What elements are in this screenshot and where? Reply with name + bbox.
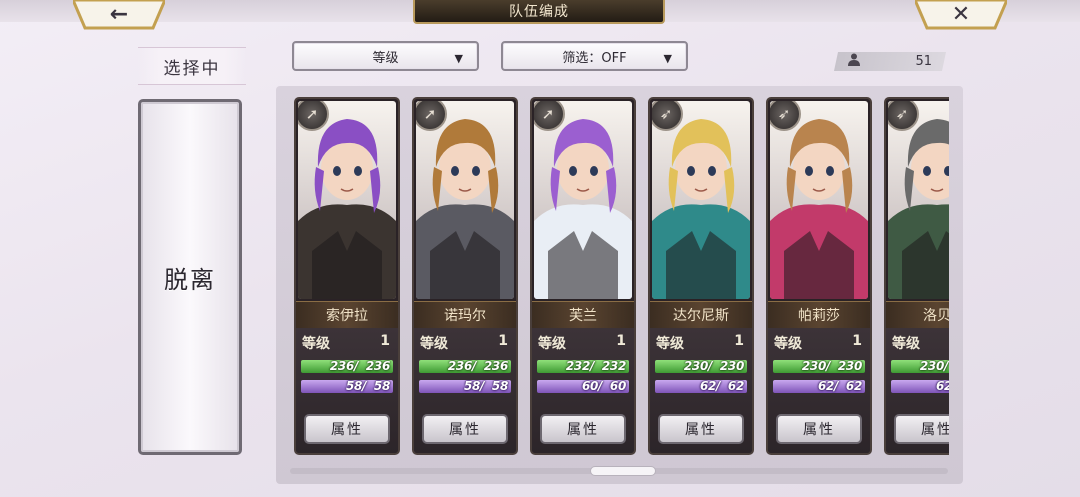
hp-value: 236/ 236 [329,360,390,373]
attribute-button[interactable]: 属性 [894,414,949,444]
hp-value: 232/ 232 [565,360,626,373]
hp-value: 236/ 236 [447,360,508,373]
sort-dropdown[interactable]: 等级 ▼ [292,41,479,71]
filter-dropdown[interactable]: 筛选：OFF ▼ [501,41,688,71]
leave-button[interactable]: 脱离 [138,99,242,455]
mp-value: 58/ 58 [463,380,508,393]
unit-portrait: ➚ [416,101,514,299]
unit-stats: 等级 1 230/ 230 62/ 62 属性 [650,328,752,453]
unit-name: 芙兰 [532,301,634,329]
hp-bar: 236/ 236 [301,360,393,373]
unit-stats: 等级 1 236/ 236 58/ 58 属性 [296,328,398,453]
level-value: 1 [498,333,508,349]
level-label: 等级 [656,336,684,352]
mp-value: 62/ 62 [935,380,949,393]
unit-name: 诺玛尔 [414,301,516,329]
mp-bar: 62/ 62 [773,380,865,393]
unit-portrait: ➶ [888,101,949,299]
page-title: 队伍编成 [413,0,665,24]
hp-bar: 230/ 230 [891,360,949,373]
attribute-button[interactable]: 属性 [658,414,744,444]
hp-value: 230/ 230 [683,360,744,373]
hp-bar: 230/ 230 [655,360,747,373]
filter-dropdown-value: 筛选：OFF [562,50,627,66]
chevron-down-icon: ▼ [663,52,672,65]
unit-card[interactable]: ➶ 帕莉莎 等级 1 230/ 230 62/ 62 属性 [766,97,872,455]
unit-portrait: ➶ [770,101,868,299]
mp-value: 62/ 62 [817,380,862,393]
mp-value: 62/ 62 [699,380,744,393]
unit-name: 帕莉莎 [768,301,870,329]
close-icon: ✕ [951,2,971,27]
unit-portrait: ➚ [534,101,632,299]
mp-value: 58/ 58 [345,380,390,393]
roster-panel: ➚ 索伊拉 等级 1 236/ 236 58/ 58 属性 ➚ 诺玛尔 等级 1… [276,86,963,484]
close-button[interactable]: ✕ [915,0,1007,30]
level-value: 1 [734,333,744,349]
attribute-button[interactable]: 属性 [304,414,390,444]
level-label: 等级 [892,336,920,352]
back-button[interactable]: ← [73,0,165,30]
scrollbar-thumb[interactable] [590,466,656,476]
hp-bar: 232/ 232 [537,360,629,373]
unit-name: 达尔尼斯 [650,301,752,329]
hp-bar: 230/ 230 [773,360,865,373]
unit-portrait: ➚ [298,101,396,299]
unit-count-value: 51 [915,54,932,69]
unit-card[interactable]: ➶ 洛贝 等级 1 230/ 230 62/ 62 属性 [884,97,949,455]
chevron-down-icon: ▼ [454,52,463,65]
mp-bar: 60/ 60 [537,380,629,393]
level-label: 等级 [420,336,448,352]
mp-bar: 62/ 62 [891,380,949,393]
hp-bar: 236/ 236 [419,360,511,373]
unit-name: 索伊拉 [296,301,398,329]
unit-card[interactable]: ➚ 诺玛尔 等级 1 236/ 236 58/ 58 属性 [412,97,518,455]
level-value: 1 [616,333,626,349]
unit-card[interactable]: ➚ 索伊拉 等级 1 236/ 236 58/ 58 属性 [294,97,400,455]
unit-card[interactable]: ➶ 达尔尼斯 等级 1 230/ 230 62/ 62 属性 [648,97,754,455]
unit-stats: 等级 1 230/ 230 62/ 62 属性 [886,328,949,453]
unit-stats: 等级 1 230/ 230 62/ 62 属性 [768,328,870,453]
unit-card[interactable]: ➚ 芙兰 等级 1 232/ 232 60/ 60 属性 [530,97,636,455]
level-value: 1 [380,333,390,349]
unit-count: 51 [836,52,944,71]
unit-stats: 等级 1 232/ 232 60/ 60 属性 [532,328,634,453]
attribute-button[interactable]: 属性 [422,414,508,444]
level-label: 等级 [538,336,566,352]
mp-bar: 62/ 62 [655,380,747,393]
hp-value: 230/ 230 [919,360,949,373]
unit-stats: 等级 1 236/ 236 58/ 58 属性 [414,328,516,453]
selecting-label: 选择中 [138,47,246,85]
level-label: 等级 [774,336,802,352]
level-value: 1 [852,333,862,349]
unit-card-list[interactable]: ➚ 索伊拉 等级 1 236/ 236 58/ 58 属性 ➚ 诺玛尔 等级 1… [276,86,949,476]
portrait-art [888,101,949,299]
hp-value: 230/ 230 [801,360,862,373]
attribute-button[interactable]: 属性 [776,414,862,444]
level-label: 等级 [302,336,330,352]
unit-portrait: ➶ [652,101,750,299]
person-icon [848,53,860,70]
sort-dropdown-value: 等级 [372,50,399,66]
back-arrow-icon: ← [109,2,129,27]
mp-bar: 58/ 58 [419,380,511,393]
mp-bar: 58/ 58 [301,380,393,393]
attribute-button[interactable]: 属性 [540,414,626,444]
unit-name: 洛贝 [886,301,949,329]
mp-value: 60/ 60 [581,380,626,393]
